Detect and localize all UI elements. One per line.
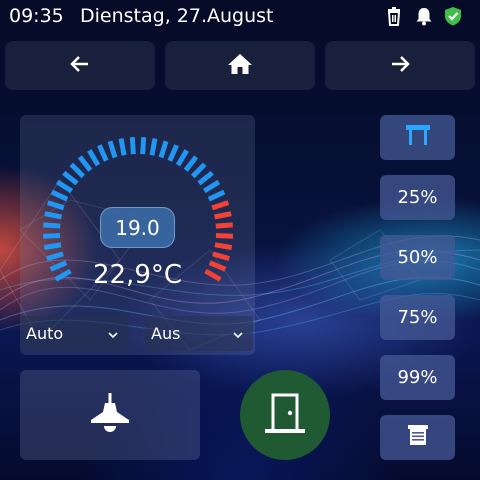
date-label: Dienstag, 27.August (80, 5, 274, 27)
door-open-icon (261, 389, 309, 441)
shutter-open-button[interactable] (380, 115, 455, 160)
gauge-tick (46, 200, 65, 211)
chevron-down-icon (233, 324, 243, 343)
gauge-tick (149, 138, 158, 156)
gauge-tick (215, 222, 233, 229)
gauge-tick (107, 140, 118, 159)
fan-select[interactable]: Aus (145, 316, 253, 351)
gauge-tick (54, 268, 72, 282)
gauge-tick (140, 137, 147, 155)
gauge-tick (215, 233, 234, 239)
light-button[interactable] (20, 370, 200, 460)
gauge-tick (62, 170, 79, 186)
ceiling-lamp-icon (87, 390, 133, 440)
shutter-75-button[interactable]: 75% (380, 295, 455, 340)
shutter-close-button[interactable] (380, 415, 455, 460)
shutter-50-label: 50% (397, 247, 438, 268)
back-button[interactable] (5, 41, 155, 90)
shutter-50-button[interactable]: 50% (380, 235, 455, 280)
gauge-tick (211, 200, 230, 211)
gauge-tick (212, 251, 230, 262)
chevron-down-icon (108, 324, 118, 343)
shield-check-icon (443, 6, 463, 26)
shutter-open-icon (405, 124, 431, 151)
gauge-tick (203, 179, 221, 194)
gauge-tick (129, 137, 136, 155)
gauge-tick (43, 242, 62, 251)
gauge-tick (44, 211, 62, 220)
gauge-tick (43, 222, 61, 229)
status-bar: 09:35 Dienstag, 27.August (0, 0, 480, 34)
gauge-tick (190, 162, 207, 179)
gauge-tick (77, 155, 93, 172)
gauge-tick (50, 189, 69, 202)
gauge-tick (46, 251, 64, 262)
mode-select-value: Auto (26, 324, 64, 343)
door-button[interactable] (240, 370, 330, 460)
shutter-25-button[interactable]: 25% (380, 175, 455, 220)
gauge-tick (42, 233, 61, 239)
gauge-tick (97, 144, 109, 162)
gauge-tick (49, 260, 68, 272)
home-icon (227, 52, 253, 80)
gauge-tick (208, 260, 227, 272)
gauge-tick (55, 179, 73, 194)
gauge-tick (214, 242, 233, 251)
shutter-99-label: 99% (397, 367, 438, 388)
shutter-25-label: 25% (397, 187, 438, 208)
clock-time: 09:35 (9, 5, 64, 27)
gauge-tick (175, 149, 189, 167)
gauge-tick (69, 162, 86, 179)
arrow-right-icon (388, 52, 412, 80)
current-temperature: 22,9°C (92, 260, 183, 290)
shutter-75-label: 75% (397, 307, 438, 328)
bell-icon[interactable] (414, 6, 434, 26)
forward-button[interactable] (325, 41, 475, 90)
gauge-tick (167, 144, 179, 162)
mode-select[interactable]: Auto (20, 316, 128, 351)
shutter-99-button[interactable]: 99% (380, 355, 455, 400)
arrow-left-icon (68, 52, 92, 80)
gauge-tick (207, 189, 226, 202)
trash-icon[interactable] (384, 6, 404, 26)
fan-select-value: Aus (151, 324, 181, 343)
gauge-tick (118, 138, 127, 156)
gauge-tick (87, 149, 101, 167)
home-button[interactable] (165, 41, 315, 90)
gauge-tick (158, 140, 169, 159)
gauge-tick (204, 268, 222, 282)
setpoint-value: 19.0 (115, 215, 160, 240)
gauge-tick (197, 170, 214, 186)
shutter-closed-icon (407, 424, 429, 451)
setpoint-button[interactable]: 19.0 (100, 207, 175, 248)
gauge-tick (183, 155, 199, 172)
gauge-tick (214, 211, 232, 220)
